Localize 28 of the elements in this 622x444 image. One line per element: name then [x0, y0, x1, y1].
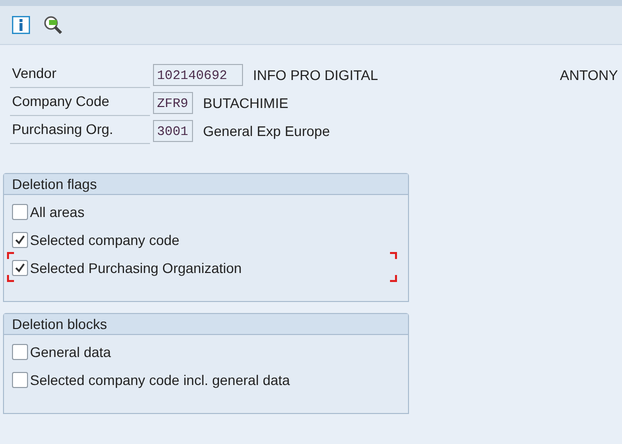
search-icon — [43, 15, 63, 35]
checkbox[interactable] — [12, 204, 28, 220]
checkbox[interactable] — [12, 372, 28, 388]
input-field[interactable]: 102140692 — [153, 64, 243, 86]
input-field[interactable]: ZFR9 — [153, 92, 193, 114]
field-label: Vendor — [10, 62, 150, 88]
info-icon — [12, 16, 30, 34]
checkmark-icon — [15, 263, 25, 273]
input-field[interactable]: 3001 — [153, 120, 193, 142]
checkmark-icon — [15, 235, 25, 245]
field-label: Purchasing Org. — [10, 118, 150, 144]
checkbox[interactable] — [12, 260, 28, 276]
checkbox-label: Selected Purchasing Organization — [30, 260, 242, 276]
field-description: INFO PRO DIGITAL — [253, 67, 378, 83]
checkbox-label: Selected company code incl. general data — [30, 372, 290, 388]
checkbox-label: Selected company code — [30, 232, 180, 248]
field-description: BUTACHIMIE — [203, 95, 288, 111]
field-extra-text: ANTONY — [560, 67, 619, 83]
field-label: Company Code — [10, 90, 150, 116]
group-title: Deletion blocks — [4, 314, 408, 335]
checkbox[interactable] — [12, 232, 28, 248]
checkbox-label: General data — [30, 344, 111, 360]
checkbox-label: All areas — [30, 204, 84, 220]
checkbox[interactable] — [12, 344, 28, 360]
field-description: General Exp Europe — [203, 123, 330, 139]
info-button[interactable] — [10, 14, 32, 36]
search-button[interactable] — [42, 14, 64, 36]
group-title: Deletion flags — [4, 174, 408, 195]
